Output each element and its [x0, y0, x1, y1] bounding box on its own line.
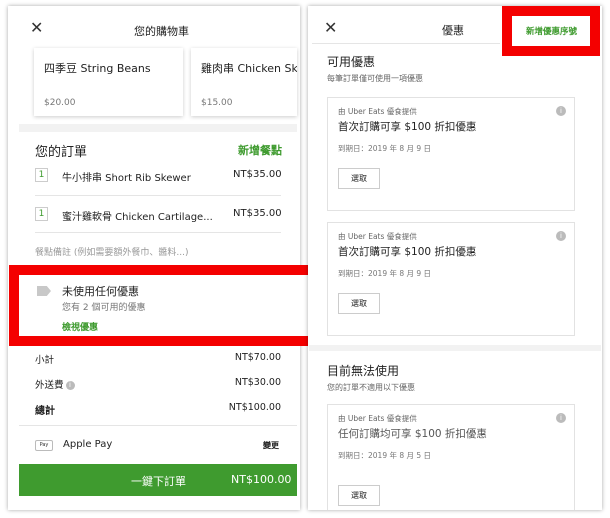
delivery-fee-label: 外送費 i — [35, 377, 75, 391]
available-section-title: 可用優惠 — [327, 55, 376, 69]
promo-title: 未使用任何優惠 — [62, 285, 139, 298]
recommendation-card[interactable]: 四季豆 String Beans $20.00 — [34, 48, 183, 116]
select-offer-button[interactable]: 選取 — [338, 168, 380, 189]
delivery-fee-value: NT$30.00 — [234, 377, 281, 388]
section-divider — [309, 345, 601, 351]
info-icon[interactable]: i — [65, 381, 75, 390]
offer-card: 由 Uber Eats 優食提供 i 首次訂購可享 $100 折扣優惠 到期日：… — [327, 97, 575, 211]
close-icon[interactable]: ✕ — [30, 18, 43, 37]
close-icon[interactable]: ✕ — [324, 18, 337, 37]
total-label: 總計 — [35, 406, 55, 417]
item-price: NT$35.00 — [233, 208, 282, 219]
info-icon[interactable]: i — [556, 106, 566, 116]
place-order-label: 一鍵下訂單 — [131, 475, 186, 488]
view-promos-link[interactable]: 檢視優惠 — [62, 320, 98, 333]
item-name[interactable]: 蜜汁雞軟骨 Chicken Cartilage... — [62, 208, 213, 223]
total-value: NT$100.00 — [228, 402, 281, 413]
change-payment-link[interactable]: 變更 — [263, 440, 279, 451]
offer-expiry: 到期日：2019 年 8 月 5 日 — [338, 451, 432, 460]
offer-provider: 由 Uber Eats 優食提供 — [338, 414, 417, 423]
section-divider — [19, 425, 297, 426]
item-name[interactable]: 牛小排串 Short Rib Skewer — [62, 169, 191, 184]
unavailable-section-subtitle: 您的訂單不適用以下優惠 — [327, 383, 415, 392]
header-divider — [312, 43, 500, 44]
recommendation-name: 四季豆 String Beans — [44, 62, 151, 75]
unavailable-section-title: 目前無法使用 — [327, 364, 400, 378]
offer-card: 由 Uber Eats 優食提供 i 任何訂購均可享 $100 折扣優惠 到期日… — [327, 404, 575, 510]
offer-card: 由 Uber Eats 優食提供 i 首次訂購可享 $100 折扣優惠 到期日：… — [327, 222, 575, 336]
offer-title: 首次訂購可享 $100 折扣優惠 — [338, 121, 477, 133]
recommendation-name: 雞肉串 Chicken Ske — [201, 62, 297, 75]
place-order-amount: NT$100.00 — [231, 473, 292, 486]
payment-method: Apple Pay — [63, 439, 113, 450]
order-title: 您的訂單 — [35, 145, 88, 160]
item-divider — [35, 195, 281, 196]
screenshot-frame: ✕ 您的購物車 四季豆 String Beans $20.00 雞肉串 Chic… — [0, 0, 610, 518]
offer-provider: 由 Uber Eats 優食提供 — [338, 232, 417, 241]
order-note-input[interactable]: 餐點備註 (例如需要額外餐巾、醬料...) — [35, 245, 188, 258]
item-price: NT$35.00 — [233, 169, 282, 180]
offer-title: 首次訂購可享 $100 折扣優惠 — [338, 246, 477, 258]
promotions-title: 優惠 — [442, 24, 464, 37]
select-offer-button[interactable]: 選取 — [338, 485, 380, 506]
apple-pay-icon: Pay — [35, 440, 53, 451]
offer-expiry: 到期日：2019 年 8 月 9 日 — [338, 144, 432, 153]
promo-subtitle: 您有 2 個可用的優惠 — [62, 303, 146, 313]
recommendation-card[interactable]: 雞肉串 Chicken Ske $15.00 — [191, 48, 297, 116]
select-offer-button[interactable]: 選取 — [338, 293, 380, 314]
offer-title: 任何訂購均可享 $100 折扣優惠 — [338, 428, 487, 440]
place-order-button[interactable]: 一鍵下訂單 NT$100.00 — [19, 464, 297, 496]
cart-title: 您的購物車 — [134, 25, 189, 38]
recommendation-price: $15.00 — [201, 98, 233, 108]
info-icon[interactable]: i — [556, 231, 566, 241]
subtotal-value: NT$70.00 — [234, 352, 281, 363]
add-item-link[interactable]: 新增餐點 — [238, 142, 282, 158]
info-icon[interactable]: i — [556, 413, 566, 423]
add-promo-code-button[interactable]: 新增優惠序號 — [526, 25, 577, 37]
offer-provider: 由 Uber Eats 優食提供 — [338, 107, 417, 116]
quantity-selector[interactable]: 1 — [35, 207, 48, 221]
item-divider — [35, 232, 281, 233]
recommendation-price: $20.00 — [44, 98, 76, 108]
subtotal-label: 小計 — [35, 355, 55, 366]
offer-expiry: 到期日：2019 年 8 月 9 日 — [338, 269, 432, 278]
section-divider — [19, 124, 297, 132]
quantity-selector[interactable]: 1 — [35, 168, 48, 182]
available-section-subtitle: 每筆訂單僅可使用一項優惠 — [327, 74, 423, 83]
